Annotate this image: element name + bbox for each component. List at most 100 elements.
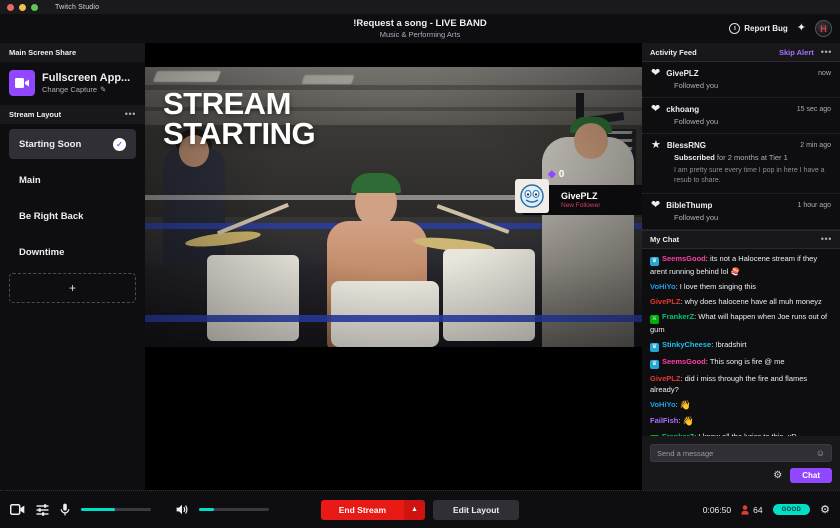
chat-username[interactable]: VoHiYo [650,282,676,291]
chat-username[interactable]: GivePLZ [650,374,680,383]
header-actions: Report Bug ✦ H [729,20,832,37]
chat-username[interactable]: VoHiYo [650,400,676,409]
alert-counter-value: 0 [558,169,565,180]
chat-message: VoHiYo: 👋 [650,400,691,410]
window-title: Twitch Studio [55,3,100,11]
activity-body-bold: Subscribed [674,153,715,162]
window-maximize-button[interactable] [31,3,38,11]
edit-layout-button[interactable]: Edit Layout [432,499,520,520]
activity-feed-title: Activity Feed [650,47,697,57]
sidebar-item-be-right-back[interactable]: Be Right Back [9,201,136,231]
chat-message-list[interactable]: ♛ SeemsGood: its not a Halocene stream if… [642,249,840,436]
sidebar-item-downtime[interactable]: Downtime [9,237,136,267]
window-titlebar: Twitch Studio [0,0,840,14]
chat-text: 👋 [682,416,694,426]
activity-body: Followed you [674,81,719,90]
activity-username: ckhoang [666,105,700,114]
chat-input[interactable]: Send a message ☺ [650,444,832,462]
activity-time: 15 sec ago [796,106,831,113]
bottom-right-status: 0:06:50 64 GOOD ⚙ [703,503,830,516]
overlay-line-2: STARTING [163,116,316,151]
sparkle-icon[interactable]: ✦ [797,23,806,34]
layout-label: Main [19,174,41,186]
chat-text: !bradshirt [715,340,747,349]
sidebar-item-starting-soon[interactable]: Starting Soon ✓ [9,129,136,159]
chat-message: ♛ StinkyCheese: !bradshirt [650,340,747,352]
layout-label: Downtime [19,246,65,258]
more-dots-icon[interactable]: ••• [125,110,136,119]
chat-text: I know all the lyrics to this, xD [698,432,796,436]
skip-alert-button[interactable]: Skip Alert [779,48,814,57]
stream-info: !Request a song - LIVE BAND Music & Perf… [0,18,840,40]
window-close-button[interactable] [7,3,14,11]
chat-input-area: Send a message ☺ ⚙ Chat [642,438,840,490]
gear-icon[interactable]: ⚙ [820,503,830,516]
end-stream-button[interactable]: End Stream ▲ [320,499,425,520]
activity-time: 1 hour ago [797,202,831,209]
alert-counter: ◆ 0 [548,169,564,180]
chat-username[interactable]: FailFish [650,416,678,425]
chat-message: ⚔ FrankerZ: What will happen when Joe run… [650,312,828,334]
chat-username[interactable]: SeemsGood [662,357,706,366]
check-icon: ✓ [113,137,126,151]
chevron-up-icon[interactable]: ▲ [404,499,425,520]
window-minimize-button[interactable] [19,3,26,11]
app-header: !Request a song - LIVE BAND Music & Perf… [0,14,840,43]
viewer-count-group: 64 [741,504,763,515]
chat-username[interactable]: GivePLZ [650,297,680,306]
layout-label: Be Right Back [19,210,84,222]
activity-username: GivePLZ [666,69,699,78]
chat-username[interactable]: FrankerZ [662,432,694,436]
activity-username: BibleThump [666,201,713,210]
sidebar-item-main[interactable]: Main [9,165,136,195]
activity-time: now [818,70,831,77]
send-chat-button[interactable]: Chat [790,468,832,483]
alert-type: New Follower [561,201,601,209]
activity-feed-actions: Skip Alert ••• [779,47,832,57]
more-dots-icon[interactable]: ••• [821,47,832,56]
list-item[interactable]: ❤ GivePLZ now Followed you [642,62,840,98]
layout-list: Starting Soon ✓ Main Be Right Back Downt… [0,124,145,303]
chat-message: ⚔FrankerZ: I know all the lyrics to this… [650,431,832,436]
subscriber-badge-icon: ♛ [650,360,659,369]
avatar-initial: H [820,23,827,34]
activity-body: Subscribed for 2 months at Tier 1 [674,153,831,162]
bug-report-icon [729,23,741,34]
activity-body: Followed you [674,213,719,222]
chat-message: FailFish: 👋 [650,416,694,426]
chat-header: My Chat ••• [642,230,840,249]
video-capture-icon [9,70,35,96]
report-bug-button[interactable]: Report Bug [729,23,788,34]
plus-icon: + [68,281,76,295]
activity-username: BlessRNG [666,141,706,150]
heart-icon: ❤ [651,199,661,211]
chat-message: ♛ SeemsGood: This song is fire @ me [650,357,785,369]
change-capture-button[interactable]: Change Capture ✎ [42,85,130,94]
chat-username[interactable]: SeemsGood [662,254,706,263]
chat-username[interactable]: FrankerZ [662,312,694,321]
change-capture-label: Change Capture [42,85,98,94]
user-avatar[interactable]: H [815,20,832,37]
viewer-count: 64 [753,504,763,515]
stream-preview-stage[interactable]: STREAM STARTING ◆ 0 GivePLZ New Follower [145,43,642,490]
preview-video: STREAM STARTING ◆ 0 GivePLZ New Follower [145,67,642,347]
left-sidebar: Main Screen Share Fullscreen App... Chan… [0,43,145,490]
gear-icon[interactable]: ⚙ [773,470,782,481]
smiley-icon[interactable]: ☺ [816,448,825,458]
viewer-icon [741,504,749,515]
add-layout-button[interactable]: + [9,273,136,303]
bottom-toolbar: End Stream ▲ Edit Layout 0:06:50 64 GOOD… [0,490,840,528]
alert-username: GivePLZ [561,190,598,201]
chat-text: I love them singing this [679,282,757,291]
list-item[interactable]: ❤ BibleThump 1 hour ago Followed you [642,194,840,230]
status-badge: GOOD [772,504,811,515]
heart-icon: ❤ [651,103,661,115]
stream-title: !Request a song - LIVE BAND [353,17,487,29]
list-item[interactable]: ★ BlessRNG 2 min ago Subscribed for 2 mo… [642,134,840,194]
list-item[interactable]: ❤ ckhoang 15 sec ago Followed you [642,98,840,134]
chat-username[interactable]: StinkyCheese [662,340,711,349]
screen-share-title: Main Screen Share [9,48,77,57]
chat-text: why does halocene have all muh moneyz [684,297,822,306]
capture-source-row[interactable]: Fullscreen App... Change Capture ✎ [0,62,145,105]
more-dots-icon[interactable]: ••• [821,235,832,244]
